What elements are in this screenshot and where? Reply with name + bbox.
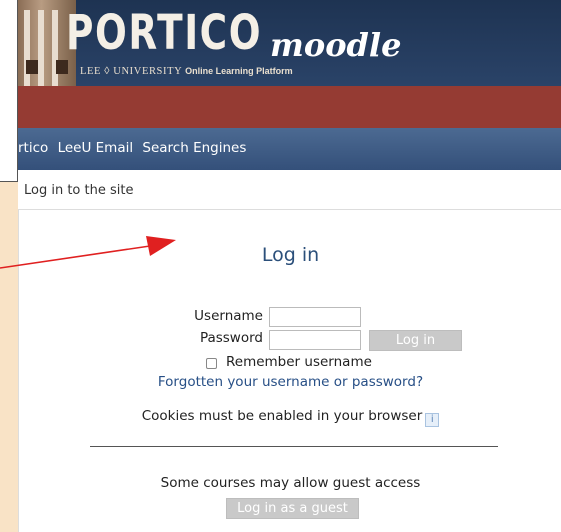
login-title: Log in: [261, 244, 320, 266]
logo-sub-platform: Online Learning Platform: [185, 66, 293, 76]
cookies-text: Cookies must be enabled in your browser: [141, 408, 423, 424]
breadcrumb-bar: Log in to the site: [18, 170, 561, 210]
cookies-notice: Cookies must be enabled in your browser i: [19, 408, 561, 427]
username-input[interactable]: [269, 307, 361, 327]
nav-links: rtico LeeU Email Search Engines: [18, 140, 251, 156]
breadcrumb: Log in to the site: [24, 183, 134, 198]
guest-access-text: Some courses may allow guest access: [160, 475, 421, 491]
logo-subtitle: LEE ◊ UNIVERSITY Online Learning Platfor…: [80, 66, 293, 77]
browser-page: PORTICO moodle LEE ◊ UNIVERSITY Online L…: [18, 0, 561, 532]
site-banner: PORTICO moodle LEE ◊ UNIVERSITY Online L…: [18, 0, 561, 86]
password-input[interactable]: [269, 330, 361, 350]
logo-sub-separator: ◊: [104, 66, 114, 77]
section-divider: [90, 446, 498, 447]
login-button[interactable]: Log in: [369, 330, 462, 351]
login-panel: Log in Username Password Log in Remember…: [18, 210, 561, 532]
logo-sub-university: UNIVERSITY: [113, 66, 182, 77]
username-label: Username: [194, 308, 263, 324]
nav-bar: rtico LeeU Email Search Engines: [18, 128, 561, 170]
portico-logo-text: PORTICO: [66, 5, 263, 61]
left-panel-box: [0, 0, 18, 182]
remember-username-checkbox[interactable]: [206, 358, 217, 369]
info-icon[interactable]: i: [425, 413, 440, 427]
guest-login-button[interactable]: Log in as a guest: [226, 498, 359, 519]
nav-item-search-engines[interactable]: Search Engines: [142, 140, 246, 156]
moodle-logo-text: moodle: [270, 26, 402, 64]
forgot-password-link[interactable]: Forgotten your username or password?: [19, 374, 561, 390]
password-label: Password: [199, 330, 263, 346]
nav-item-portico[interactable]: rtico: [18, 140, 48, 156]
logo-sub-lee: LEE: [80, 66, 102, 77]
nav-item-leeu-email[interactable]: LeeU Email: [58, 140, 134, 156]
header-red-band: [18, 86, 561, 128]
remember-username-label: Remember username: [226, 354, 372, 370]
